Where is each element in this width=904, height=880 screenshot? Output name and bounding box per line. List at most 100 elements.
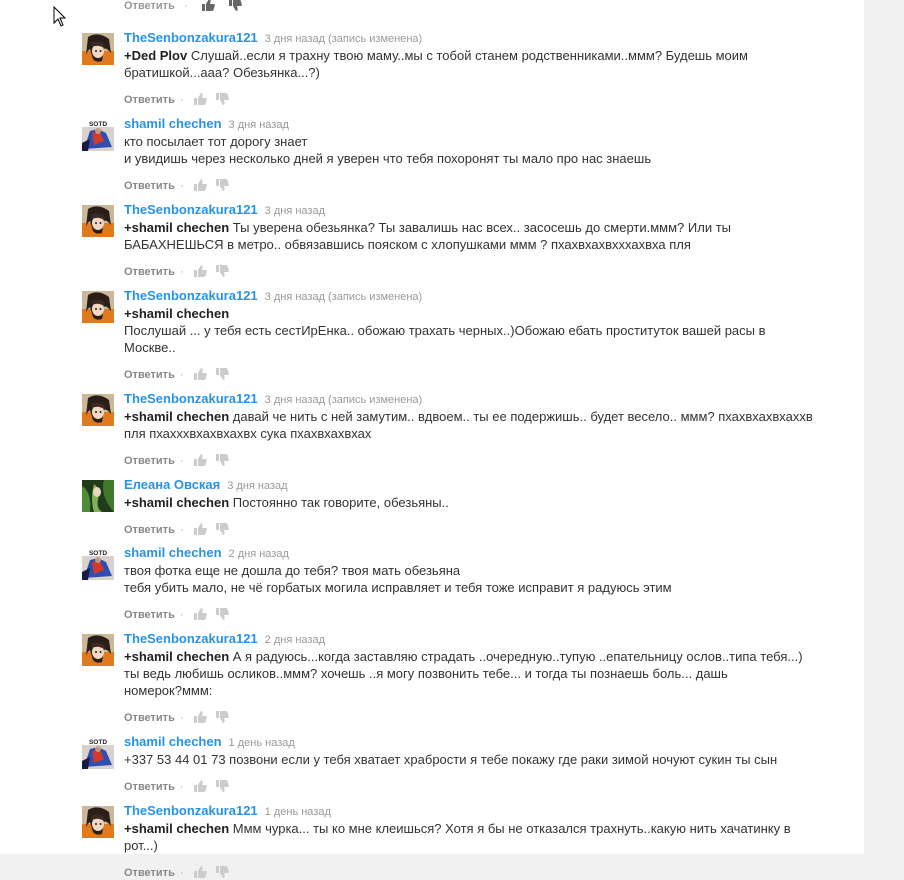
- comment-header: TheSenbonzakura121 3 дня назад: [124, 202, 842, 218]
- thumbs-down-icon[interactable]: [215, 607, 229, 620]
- comment-text-line: Ты уверена обезьянка? Ты завалишь нас вс…: [232, 220, 731, 235]
- author-link[interactable]: shamil chechen: [124, 545, 222, 560]
- thumbs-down-icon[interactable]: [215, 522, 229, 535]
- avatar[interactable]: [82, 806, 114, 838]
- thumbs-up-icon[interactable]: [193, 522, 207, 535]
- thumbs-up-icon[interactable]: [193, 779, 207, 792]
- avatar[interactable]: [82, 291, 114, 323]
- reply-link[interactable]: Ответить: [124, 867, 175, 879]
- avatar[interactable]: SOTD: [82, 119, 114, 151]
- thumbs-down-icon[interactable]: [215, 865, 229, 878]
- thumbs-down-icon[interactable]: [215, 710, 229, 723]
- comment-actions: Ответить ·: [124, 92, 842, 106]
- comment-actions: Ответить ·: [124, 607, 842, 621]
- avatar[interactable]: SOTD: [82, 548, 114, 580]
- mention-link[interactable]: +shamil chechen: [124, 409, 229, 424]
- comment: TheSenbonzakura121 3 дня назад (запись из…: [82, 288, 842, 381]
- comment-text-line: Ммм чурка... ты ко мне клеишься? Хотя я …: [232, 821, 791, 836]
- thumbs-up-icon[interactable]: [193, 264, 207, 277]
- reply-link[interactable]: Ответить: [124, 455, 175, 467]
- author-link[interactable]: shamil chechen: [124, 116, 222, 131]
- comment-line: братишкой...ааа? Обезьянка...?): [124, 64, 842, 81]
- author-link[interactable]: TheSenbonzakura121: [124, 202, 258, 217]
- author-link[interactable]: Елеана Овская: [124, 477, 220, 492]
- comment-line: твоя фотка еще не дошла до тебя? твоя ма…: [124, 562, 842, 579]
- comment-line: номерок?ммм:: [124, 682, 842, 699]
- mention-link[interactable]: +Ded Plov: [124, 48, 187, 63]
- thumbs-down-icon[interactable]: [215, 264, 229, 277]
- separator: ·: [179, 94, 184, 106]
- avatar[interactable]: [82, 205, 114, 237]
- comment: TheSenbonzakura121 3 дня назад +shamil che…: [82, 202, 842, 278]
- mention-link[interactable]: +shamil chechen: [124, 821, 229, 836]
- comment-date: 3 дня назад (запись изменена): [264, 33, 423, 45]
- author-link[interactable]: TheSenbonzakura121: [124, 803, 258, 818]
- comment-actions: Ответить ·: [124, 453, 842, 467]
- author-link[interactable]: TheSenbonzakura121: [124, 288, 258, 303]
- comment-date: 3 дня назад: [227, 480, 288, 492]
- author-link[interactable]: TheSenbonzakura121: [124, 30, 258, 45]
- separator: ·: [184, 0, 188, 12]
- avatar[interactable]: [82, 634, 114, 666]
- comment-text-line: +337 53 44 01 73 позвони если у тебя хва…: [124, 752, 778, 767]
- comment-text-line: БАБАХНЕШЬСЯ в метро.. обвязавшись пояско…: [124, 237, 691, 252]
- comment: Елеана Овская 3 дня назад +shamil chechen …: [82, 477, 842, 536]
- mention-link[interactable]: +shamil chechen: [124, 306, 229, 321]
- thumbs-up-icon[interactable]: [193, 178, 207, 191]
- comment-text-line: давай че нить с ней замутим.. вдвоем.. т…: [232, 409, 813, 424]
- author-link[interactable]: shamil chechen: [124, 734, 222, 749]
- comment: SOTD shamil chechen 1 день назад +337 53 44…: [82, 734, 842, 793]
- comment-text: +Ded Plov Слушай..если я трахну твою мам…: [124, 47, 842, 81]
- svg-text:SOTD: SOTD: [89, 739, 107, 746]
- thumbs-up-icon[interactable]: [193, 367, 207, 380]
- comment-text-line: ты ведь любишь осликов..ммм? хочешь ..я …: [124, 666, 728, 681]
- thumbs-down-icon[interactable]: [215, 92, 229, 105]
- thumbs-down-icon[interactable]: [215, 779, 229, 792]
- thumbs-down-icon[interactable]: [228, 0, 242, 11]
- svg-text:SOTD: SOTD: [89, 121, 107, 128]
- comment-date: 3 дня назад (запись изменена): [264, 291, 423, 303]
- thumbs-up-icon[interactable]: [193, 453, 207, 466]
- reply-link[interactable]: Ответить: [124, 781, 175, 793]
- thumbs-up-icon[interactable]: [193, 865, 207, 878]
- thumbs-down-icon[interactable]: [215, 367, 229, 380]
- avatar[interactable]: [82, 33, 114, 65]
- thumbs-down-icon[interactable]: [215, 453, 229, 466]
- comment-line: +shamil chechen Постоянно так говорите, …: [124, 494, 842, 511]
- comment-text: +shamil chechen А я радуюсь...когда заст…: [124, 648, 842, 699]
- reply-link[interactable]: Ответить: [124, 609, 175, 621]
- comment-text: кто посылает тот дорогу знает и увидишь ч…: [124, 133, 842, 167]
- separator: ·: [179, 609, 184, 621]
- separator: ·: [179, 180, 184, 192]
- comment: TheSenbonzakura121 3 дня назад (запись из…: [82, 30, 842, 106]
- comment-header: TheSenbonzakura121 2 дня назад: [124, 631, 842, 647]
- comment-actions: Ответить ·: [124, 367, 842, 381]
- reply-link[interactable]: Ответить: [124, 524, 175, 536]
- comment-line: тебя убить мало, не чё горбатых могила и…: [124, 579, 842, 596]
- reply-link[interactable]: Ответить: [124, 712, 175, 724]
- mention-link[interactable]: +shamil chechen: [124, 220, 229, 235]
- svg-text:SOTD: SOTD: [89, 550, 107, 557]
- thumbs-up-icon[interactable]: [193, 92, 207, 105]
- comment-text-line: номерок?ммм:: [124, 683, 213, 698]
- mention-link[interactable]: +shamil chechen: [124, 649, 229, 664]
- comment-header: TheSenbonzakura121 3 дня назад (запись из…: [124, 30, 842, 46]
- thumbs-up-icon[interactable]: [193, 607, 207, 620]
- mention-link[interactable]: +shamil chechen: [124, 495, 229, 510]
- reply-link[interactable]: Ответить: [124, 369, 175, 381]
- thumbs-up-icon[interactable]: [202, 0, 216, 11]
- reply-link[interactable]: Ответить: [124, 266, 175, 278]
- reply-link[interactable]: Ответить: [124, 94, 175, 106]
- author-link[interactable]: TheSenbonzakura121: [124, 631, 258, 646]
- author-link[interactable]: TheSenbonzakura121: [124, 391, 258, 406]
- comment-line: рот...): [124, 837, 842, 854]
- comment: SOTD shamil chechen 3 дня назад кто посылае…: [82, 116, 842, 192]
- avatar[interactable]: SOTD: [82, 737, 114, 769]
- avatar[interactable]: [82, 480, 114, 512]
- thumbs-up-icon[interactable]: [193, 710, 207, 723]
- reply-link[interactable]: Ответить: [124, 0, 175, 12]
- thumbs-down-icon[interactable]: [215, 178, 229, 191]
- reply-link[interactable]: Ответить: [124, 180, 175, 192]
- avatar[interactable]: [82, 394, 114, 426]
- separator: ·: [179, 781, 184, 793]
